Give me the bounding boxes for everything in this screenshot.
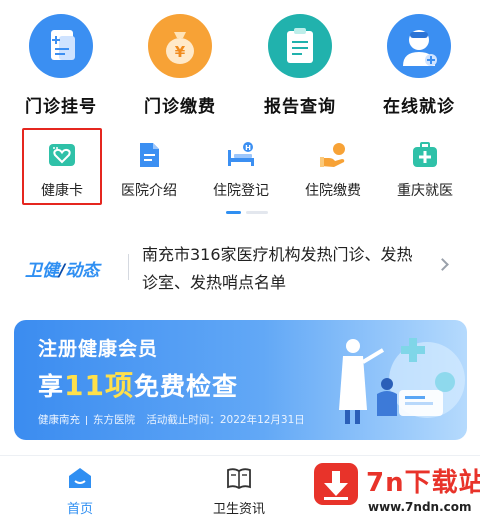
tab-label: 首页 <box>66 502 93 517</box>
watermark-title: 7n下载站 <box>366 468 480 498</box>
download-arrow-icon <box>314 463 358 505</box>
promo-banner[interactable]: 注册健康会员 享11项免费检查 健康南充 东方医院 活动截止时间：2022年12月… <box>14 320 467 440</box>
news-headline[interactable]: 南充市316家医疗机构发热门诊、发热诊室、发热哨点名单 <box>142 241 424 297</box>
main-services-grid: 门诊挂号 ¥ 门诊缴费 报告查询 在线就诊 <box>0 0 480 120</box>
news-brand: 卫健/动态 <box>25 256 99 281</box>
clipboard-report-icon <box>268 14 332 78</box>
payment-hand-icon <box>318 140 348 170</box>
money-bag-icon: ¥ <box>148 14 212 78</box>
book-icon <box>226 466 252 490</box>
tab-home[interactable]: 首页 <box>35 456 125 523</box>
service-online-consultation[interactable]: 在线就诊 <box>364 14 474 117</box>
banner-headline-number: 11项 <box>64 369 134 402</box>
pager-dot <box>246 211 268 214</box>
banner-footer: 健康南充 东方医院 活动截止时间：2022年12月31日 <box>38 412 305 427</box>
service-hospital-intro[interactable]: 医院介绍 <box>103 130 195 200</box>
news-brand-part2: 动态 <box>65 261 100 281</box>
service-label: 门诊缴费 <box>144 97 216 117</box>
service-label: 住院登记 <box>213 183 269 199</box>
document-icon <box>134 140 164 170</box>
news-ticker[interactable]: 卫健/动态 南充市316家医疗机构发热门诊、发热诊室、发热哨点名单 <box>0 236 480 300</box>
banner-footer-org2: 东方医院 <box>93 414 135 426</box>
banner-footer-deadline: 活动截止时间：2022年12月31日 <box>146 414 305 426</box>
service-label: 报告查询 <box>264 97 336 117</box>
banner-headline-prefix: 享 <box>38 372 65 401</box>
service-label: 住院缴费 <box>305 183 361 199</box>
registration-card-icon <box>29 14 93 78</box>
medical-kit-icon <box>410 140 440 170</box>
watermark: 7n下载站 www.7ndn.com <box>298 456 480 523</box>
hospital-bed-icon: H <box>226 140 256 170</box>
doctor-icon <box>387 14 451 78</box>
service-outpatient-registration[interactable]: 门诊挂号 <box>6 14 116 117</box>
service-label: 重庆就医 <box>397 183 453 199</box>
watermark-url: www.7ndn.com <box>368 500 472 514</box>
service-label: 医院介绍 <box>121 183 177 199</box>
tab-label: 卫生资讯 <box>212 502 265 517</box>
svg-text:H: H <box>245 144 251 152</box>
pager-indicator <box>226 211 270 214</box>
banner-illustration <box>317 320 467 440</box>
news-brand-part1: 卫健 <box>25 261 59 281</box>
home-icon <box>67 466 93 490</box>
highlight-box <box>22 128 102 205</box>
tab-health-news[interactable]: 卫生资讯 <box>194 456 284 523</box>
service-inpatient-payment[interactable]: 住院缴费 <box>287 130 379 200</box>
service-outpatient-payment[interactable]: ¥ 门诊缴费 <box>125 14 235 117</box>
service-chongqing-medical[interactable]: 重庆就医 <box>379 130 471 200</box>
banner-footer-org1: 健康南充 <box>38 414 80 426</box>
service-inpatient-registration[interactable]: H 住院登记 <box>195 130 287 200</box>
banner-title: 注册健康会员 <box>38 338 159 360</box>
svg-text:¥: ¥ <box>175 43 186 61</box>
pager-dot-active <box>226 211 241 214</box>
service-label: 门诊挂号 <box>25 97 97 117</box>
chevron-right-icon[interactable] <box>436 258 449 271</box>
divider <box>128 254 129 280</box>
service-report-query[interactable]: 报告查询 <box>245 14 355 117</box>
service-label: 在线就诊 <box>383 97 455 117</box>
banner-headline-suffix: 免费检查 <box>133 372 238 401</box>
banner-headline: 享11项免费检查 <box>38 364 238 404</box>
